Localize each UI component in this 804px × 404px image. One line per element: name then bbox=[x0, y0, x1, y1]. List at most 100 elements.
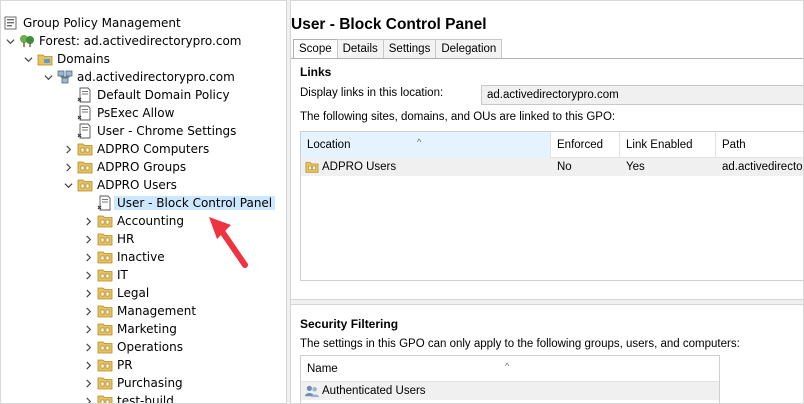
tree-node-label: Group Policy Management bbox=[23, 16, 181, 30]
tree-node-ou[interactable]: ADPRO Computers bbox=[62, 140, 209, 158]
tree-node-label: User - Chrome Settings bbox=[97, 124, 237, 138]
security-filtering-description: The settings in this GPO can only apply … bbox=[300, 338, 740, 350]
tree-node-label: Domains bbox=[57, 52, 110, 66]
ou-folder-icon bbox=[97, 231, 113, 247]
ou-folder-icon bbox=[97, 213, 113, 229]
details-pane: User - Block Control Panel Scope Details… bbox=[291, 1, 803, 403]
tree-node-gpo-link[interactable]: User - Chrome Settings bbox=[77, 122, 236, 140]
chevron-right-icon[interactable] bbox=[82, 305, 94, 317]
gpo-link-icon bbox=[77, 123, 93, 139]
cell-text: ADPRO Users bbox=[322, 161, 397, 173]
tab-strip: Scope Details Settings Delegation bbox=[293, 39, 503, 60]
tab-settings[interactable]: Settings bbox=[382, 39, 437, 59]
tab-scope[interactable]: Scope bbox=[293, 39, 338, 60]
chevron-right-icon[interactable] bbox=[82, 269, 94, 281]
ou-folder-icon bbox=[97, 339, 113, 355]
tree-node-ou[interactable]: Marketing bbox=[82, 320, 177, 338]
chevron-right-icon[interactable] bbox=[82, 341, 94, 353]
sort-ascending-icon: ^ bbox=[505, 361, 510, 371]
tree-node-ou[interactable]: Operations bbox=[82, 338, 183, 356]
table-row[interactable]: Authenticated Users bbox=[301, 382, 719, 400]
tree-node-label: Legal bbox=[117, 286, 150, 300]
chevron-right-icon[interactable] bbox=[82, 377, 94, 389]
ou-folder-icon bbox=[97, 267, 113, 283]
tree-node-ou[interactable]: Management bbox=[82, 302, 196, 320]
column-header-link-enabled[interactable]: Link Enabled bbox=[620, 132, 716, 158]
ou-folder-icon bbox=[77, 177, 93, 193]
ou-folder-icon bbox=[97, 375, 113, 391]
links-heading: Links bbox=[300, 65, 332, 79]
ou-folder-icon bbox=[305, 160, 319, 174]
scope-tab-panel: Links Display links in this location: ad… bbox=[291, 58, 803, 403]
chevron-right-icon[interactable] bbox=[82, 233, 94, 245]
chevron-down-icon[interactable] bbox=[22, 53, 34, 65]
tree-node-ou[interactable]: Purchasing bbox=[82, 374, 183, 392]
table-header: ^ Location Enforced Link Enabled Path bbox=[301, 132, 803, 158]
tree-node-ou[interactable]: Accounting bbox=[82, 212, 184, 230]
tree-node-ou[interactable]: PR bbox=[82, 356, 133, 374]
tree-node-ou[interactable]: HR bbox=[82, 230, 134, 248]
tree-node-ou[interactable]: IT bbox=[82, 266, 128, 284]
tree-node-domain[interactable]: ad.activedirectorypro.com bbox=[42, 68, 235, 86]
chevron-right-icon[interactable] bbox=[62, 161, 74, 173]
tree-node-gpo-link[interactable]: Default Domain Policy bbox=[77, 86, 230, 104]
ou-folder-icon bbox=[97, 285, 113, 301]
chevron-down-icon[interactable] bbox=[62, 179, 74, 191]
domains-folder-icon bbox=[37, 51, 53, 67]
tree-node-forest[interactable]: Forest: ad.activedirectorypro.com bbox=[4, 32, 242, 50]
ou-folder-icon bbox=[97, 303, 113, 319]
tree-node-label: Accounting bbox=[117, 214, 185, 228]
column-header-path[interactable]: Path bbox=[716, 132, 803, 158]
cell-link-enabled: Yes bbox=[626, 161, 645, 173]
tree-node-label: IT bbox=[117, 268, 128, 282]
page-title: User - Block Control Panel bbox=[291, 16, 487, 33]
chevron-right-icon[interactable] bbox=[82, 323, 94, 335]
tab-delegation[interactable]: Delegation bbox=[435, 39, 503, 59]
tree-node-ou[interactable]: Legal bbox=[82, 284, 149, 302]
tree-node-gpo-link-selected[interactable]: User - Block Control Panel bbox=[97, 194, 276, 212]
column-label: Location bbox=[307, 139, 351, 151]
tree-node-label: PR bbox=[117, 358, 133, 372]
column-header-enforced[interactable]: Enforced bbox=[551, 132, 620, 158]
tab-details[interactable]: Details bbox=[336, 39, 384, 59]
ou-folder-icon bbox=[77, 141, 93, 157]
chevron-right-icon[interactable] bbox=[62, 143, 74, 155]
console-tree[interactable]: Group Policy Management Forest: ad.activ… bbox=[1, 1, 286, 403]
section-splitter[interactable] bbox=[291, 299, 803, 305]
gpo-link-icon bbox=[97, 195, 113, 211]
tree-node-label: Purchasing bbox=[117, 376, 183, 390]
domain-icon bbox=[57, 69, 73, 85]
location-dropdown[interactable]: ad.activedirectorypro.com bbox=[481, 85, 803, 105]
tree-node-label: Default Domain Policy bbox=[97, 88, 230, 102]
chevron-down-icon[interactable] bbox=[4, 35, 16, 47]
tree-node-label: PsExec Allow bbox=[97, 106, 175, 120]
tree-node-domains[interactable]: Domains bbox=[22, 50, 110, 68]
column-header-location[interactable]: ^ Location bbox=[301, 132, 551, 158]
gpo-title: User - Block Control Panel bbox=[291, 1, 803, 35]
tree-node-label: Operations bbox=[117, 340, 183, 354]
chevron-right-icon[interactable] bbox=[82, 287, 94, 299]
chevron-right-icon[interactable] bbox=[82, 251, 94, 263]
gpo-link-icon bbox=[77, 105, 93, 121]
ou-folder-icon bbox=[97, 393, 113, 403]
chevron-down-icon[interactable] bbox=[42, 71, 54, 83]
user-group-icon bbox=[305, 384, 319, 398]
links-table: ^ Location Enforced Link Enabled Path AD… bbox=[300, 131, 803, 281]
tree-node-ou[interactable]: Inactive bbox=[82, 248, 165, 266]
links-description: The following sites, domains, and OUs ar… bbox=[300, 111, 616, 123]
tree-node-root[interactable]: Group Policy Management bbox=[3, 14, 181, 32]
tree-node-ou[interactable]: test-build bbox=[82, 392, 174, 403]
chevron-right-icon[interactable] bbox=[82, 359, 94, 371]
tree-node-gpo-link[interactable]: PsExec Allow bbox=[77, 104, 174, 122]
tree-node-ou[interactable]: ADPRO Users bbox=[62, 176, 177, 194]
table-row[interactable]: ADPRO Users No Yes ad.activedirector bbox=[301, 158, 803, 176]
chevron-right-icon[interactable] bbox=[82, 215, 94, 227]
tree-node-label: User - Block Control Panel bbox=[114, 196, 276, 210]
tree-node-ou[interactable]: ADPRO Groups bbox=[62, 158, 186, 176]
column-header-name[interactable]: ^ Name bbox=[301, 356, 721, 382]
tree-node-label: ad.activedirectorypro.com bbox=[77, 70, 235, 84]
sort-ascending-icon: ^ bbox=[417, 137, 422, 147]
chevron-right-icon[interactable] bbox=[82, 395, 94, 403]
cell-location: ADPRO Users bbox=[301, 158, 551, 176]
column-label: Name bbox=[307, 363, 338, 375]
